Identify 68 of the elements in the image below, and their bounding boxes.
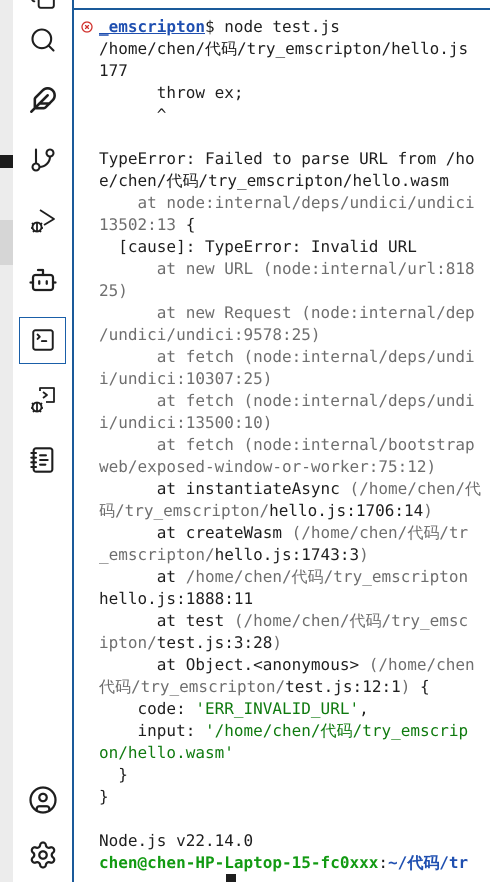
search-icon[interactable] bbox=[28, 26, 56, 54]
error-icon[interactable] bbox=[80, 21, 92, 33]
terminal-icon[interactable] bbox=[30, 327, 56, 353]
terminal-text: code: bbox=[136, 698, 187, 720]
string-literal: '/home/chen/代码/try_emscrip bbox=[204, 720, 468, 742]
terminal-text: at fetch (node:internal/deps/undi bbox=[156, 390, 475, 412]
terminal-text: , bbox=[359, 698, 369, 720]
terminal-text: 13502:13 bbox=[99, 214, 176, 236]
terminal-text: i/undici:13500:10) bbox=[99, 412, 272, 434]
terminal-text: test.js:12:1 bbox=[285, 676, 401, 698]
terminal-text: : bbox=[378, 852, 388, 874]
terminal-text: /home/chen/代码/try_emscripton bbox=[186, 566, 468, 588]
terminal-text: $ node test.js bbox=[204, 16, 340, 38]
terminal-text: (/home/chen/代码/try_emsc bbox=[234, 610, 468, 632]
terminal-text: [cause]: TypeError: Invalid URL bbox=[117, 236, 417, 258]
terminal-text: { bbox=[418, 676, 430, 698]
terminal-text: /undici/undici:9578:25) bbox=[99, 324, 321, 346]
terminal-text: at fetch (node:internal/deps/undi bbox=[156, 346, 475, 368]
terminal-text: at createWasm bbox=[156, 522, 284, 544]
terminal-text: test.js:3:28 bbox=[156, 632, 272, 654]
terminal-text: (/home/chen/代 bbox=[349, 478, 482, 500]
terminal-text: ) bbox=[423, 500, 433, 522]
terminal-text: } bbox=[99, 786, 109, 808]
account-icon[interactable] bbox=[28, 784, 58, 814]
string-literal: 'ERR_INVALID_URL' bbox=[195, 698, 360, 720]
prompt-path: _emscripton bbox=[99, 16, 205, 38]
terminal-text: /home/chen/代码/try_emscripton/hello.js bbox=[99, 38, 468, 60]
terminal-text: hello.js:1888:11 bbox=[99, 588, 254, 610]
terminal-text: _emscripton/ bbox=[99, 544, 215, 566]
terminal-text: (/home/chen/代码/tr bbox=[292, 522, 468, 544]
terminal-text: } bbox=[117, 764, 128, 786]
terminal-text: at fetch (node:internal/bootstrap bbox=[156, 434, 475, 456]
settings-icon[interactable] bbox=[28, 840, 58, 870]
branch-icon[interactable] bbox=[28, 146, 56, 174]
bug-console-icon[interactable] bbox=[28, 386, 56, 414]
terminal-text: at new URL (node:internal/url:818 bbox=[156, 258, 475, 280]
terminal-text: { bbox=[184, 214, 196, 236]
terminal-text: web/exposed-window-or-worker:75:12) bbox=[99, 456, 436, 478]
terminal-text: at test bbox=[156, 610, 226, 632]
terminal-text: 177 bbox=[99, 60, 128, 82]
terminal-text: ) bbox=[272, 632, 282, 654]
terminal-text: input: bbox=[136, 720, 196, 742]
terminal-text: (/home/chen bbox=[368, 654, 475, 676]
terminal-text: at node:internal/deps/undici/undici bbox=[136, 192, 475, 214]
activity-tab-selected[interactable] bbox=[19, 316, 66, 364]
terminal-text: at Object.<anonymous> bbox=[156, 654, 360, 676]
string-literal: on/hello.wasm' bbox=[99, 742, 234, 764]
prompt-path: ~/代码/tr bbox=[388, 852, 468, 874]
notepad-icon[interactable] bbox=[28, 446, 56, 474]
terminal-text: throw ex; bbox=[156, 82, 244, 104]
terminal-text: hello.js:1706:14 bbox=[269, 500, 424, 522]
prompt-user: chen@chen-HP-Laptop-15-fc0xxx bbox=[99, 852, 378, 874]
terminal-text: 代码/try_emscripton/ bbox=[99, 676, 286, 698]
terminal-text: at bbox=[156, 566, 178, 588]
feather-icon[interactable] bbox=[28, 86, 56, 114]
terminal-text: Node.js v22.14.0 bbox=[99, 830, 254, 852]
terminal-text: at new Request (node:internal/dep bbox=[156, 302, 475, 324]
terminal-text: 码/try_emscripton/ bbox=[99, 500, 270, 522]
terminal-text: ^ bbox=[156, 104, 166, 126]
terminal-text: i/undici:10307:25) bbox=[99, 368, 272, 390]
terminal-text: at instantiateAsync bbox=[156, 478, 341, 500]
terminal-text: 25) bbox=[99, 280, 128, 302]
terminal-text: ) bbox=[400, 676, 410, 698]
terminal-text: ) bbox=[359, 544, 369, 566]
terminal-text: TypeError: Failed to parse URL from /ho bbox=[99, 148, 475, 170]
terminal-text: ipton/ bbox=[99, 632, 157, 654]
terminal-text: e/chen/代码/try_emscripton/hello.wasm bbox=[99, 170, 449, 192]
terminal-text: hello.js:1743:3 bbox=[214, 544, 360, 566]
